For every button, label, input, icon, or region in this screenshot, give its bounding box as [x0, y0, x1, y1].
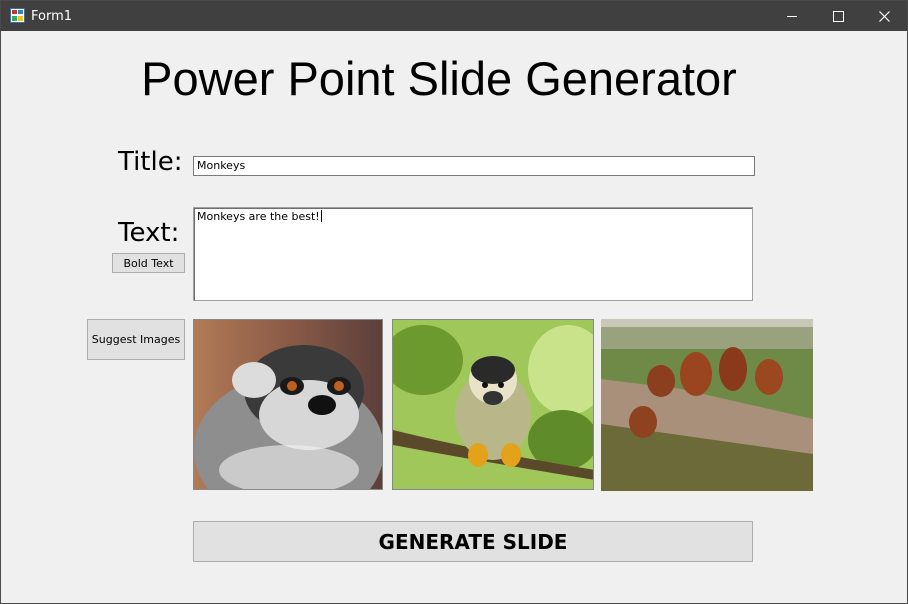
- app-window: Form1 Power Point Slide Generator Title:…: [0, 0, 908, 604]
- orangutans-photo-icon: [601, 319, 813, 491]
- title-field[interactable]: Monkeys: [193, 156, 755, 176]
- maximize-button[interactable]: [815, 1, 861, 31]
- minimize-icon: [786, 15, 797, 17]
- image-lemur[interactable]: [193, 319, 383, 490]
- lemur-photo-icon: [194, 320, 382, 489]
- minimize-button[interactable]: [769, 1, 815, 31]
- title-bar[interactable]: Form1: [1, 1, 907, 31]
- window-title: Form1: [31, 9, 73, 24]
- form-icon: [10, 8, 25, 23]
- page-title: Power Point Slide Generator: [141, 52, 737, 105]
- text-area[interactable]: Monkeys are the best!: [193, 207, 753, 301]
- text-area-value: Monkeys are the best!: [197, 210, 320, 223]
- image-squirrel-monkey[interactable]: [392, 319, 594, 490]
- image-orangutans[interactable]: [601, 319, 813, 491]
- text-label: Text:: [118, 218, 180, 248]
- close-button[interactable]: [861, 1, 907, 31]
- maximize-icon: [832, 10, 844, 22]
- bold-text-button[interactable]: Bold Text: [112, 253, 185, 273]
- squirrel-monkey-photo-icon: [393, 320, 593, 489]
- close-icon: [878, 10, 890, 22]
- generate-slide-button[interactable]: GENERATE SLIDE: [193, 521, 753, 562]
- text-cursor: [320, 210, 322, 222]
- title-label: Title:: [118, 147, 183, 177]
- suggest-images-button[interactable]: Suggest Images: [87, 319, 185, 360]
